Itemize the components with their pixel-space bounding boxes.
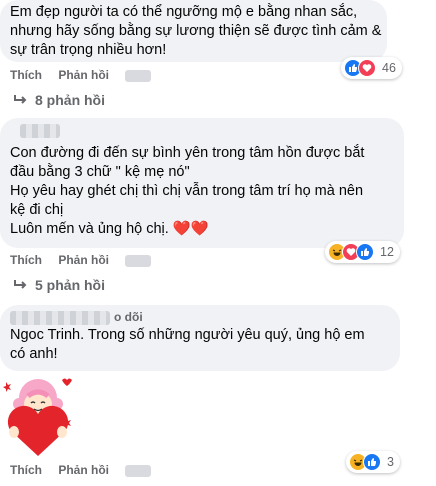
comment-bubble-1: Em đẹp người ta có thể ngưỡng mộ e bằng …: [0, 0, 387, 62]
comment-text-line: Con đường đi đến sự bình yên trong tâm h…: [10, 145, 365, 161]
reply-arrow-icon: [14, 280, 27, 289]
love-icon: [358, 59, 376, 77]
reaction-summary-3[interactable]: 3: [346, 451, 400, 473]
comment-text-line: Em đẹp người ta có thể ngưỡng mộ e bằng …: [10, 4, 358, 20]
reaction-summary-1[interactable]: 46: [341, 57, 402, 79]
follow-label[interactable]: o dõi: [114, 310, 143, 324]
comment-actions-1: Thích Phản hồi: [10, 68, 164, 82]
view-replies-2[interactable]: 5 phản hồi: [13, 277, 105, 293]
like-icon: [363, 453, 381, 471]
comment-actions-2: Thích Phản hồi: [10, 253, 164, 267]
comment-text-line: sự trân trọng nhiều hơn!: [10, 42, 167, 58]
like-button[interactable]: Thích: [10, 253, 42, 267]
timestamp-redacted: [125, 254, 152, 267]
reply-button[interactable]: Phản hồi: [58, 253, 109, 267]
reaction-summary-2[interactable]: 12: [325, 241, 400, 263]
like-button[interactable]: Thích: [10, 68, 42, 82]
comment-text-line: có anh!: [10, 346, 58, 362]
comment-bubble-2: Con đường đi đến sự bình yên trong tâm h…: [0, 118, 404, 248]
view-replies-1[interactable]: 8 phản hồi: [13, 92, 105, 108]
replies-label: 5 phản hồi: [35, 277, 105, 293]
reaction-count: 12: [380, 245, 394, 259]
comment-actions-3: Thích Phản hồi: [10, 463, 164, 477]
comment-text-line: nhưng hãy sống bằng sự lương thiện sẽ đư…: [10, 23, 382, 39]
comment-text-line: kệ đi chị: [10, 202, 64, 218]
like-button[interactable]: Thích: [10, 463, 42, 477]
author-name-redacted: [10, 311, 110, 325]
heart-sticker: [0, 374, 76, 458]
comment-bubble-3: o dõi Ngoc Trinh. Trong số những người y…: [0, 305, 400, 371]
comment-text-line: Họ yêu hay ghét chị thì chị vẫn trong tâ…: [10, 183, 364, 199]
comment-text-line: đầu bằng 3 chữ " kệ mẹ nó": [10, 164, 190, 180]
reaction-count: 46: [382, 61, 396, 75]
reply-button[interactable]: Phản hồi: [58, 68, 109, 82]
reply-button[interactable]: Phản hồi: [58, 463, 109, 477]
like-icon: [356, 243, 374, 261]
comment-text-line: Ngoc Trinh. Trong số những người yêu quý…: [10, 327, 365, 343]
timestamp-redacted: [125, 69, 152, 82]
author-name-redacted: [20, 124, 60, 138]
timestamp-redacted: [125, 464, 152, 477]
comment-text-line: Luôn mến và ủng hộ chị. ❤️❤️: [10, 221, 209, 237]
reaction-count: 3: [387, 455, 394, 469]
replies-label: 8 phản hồi: [35, 92, 105, 108]
reply-arrow-icon: [14, 95, 27, 104]
